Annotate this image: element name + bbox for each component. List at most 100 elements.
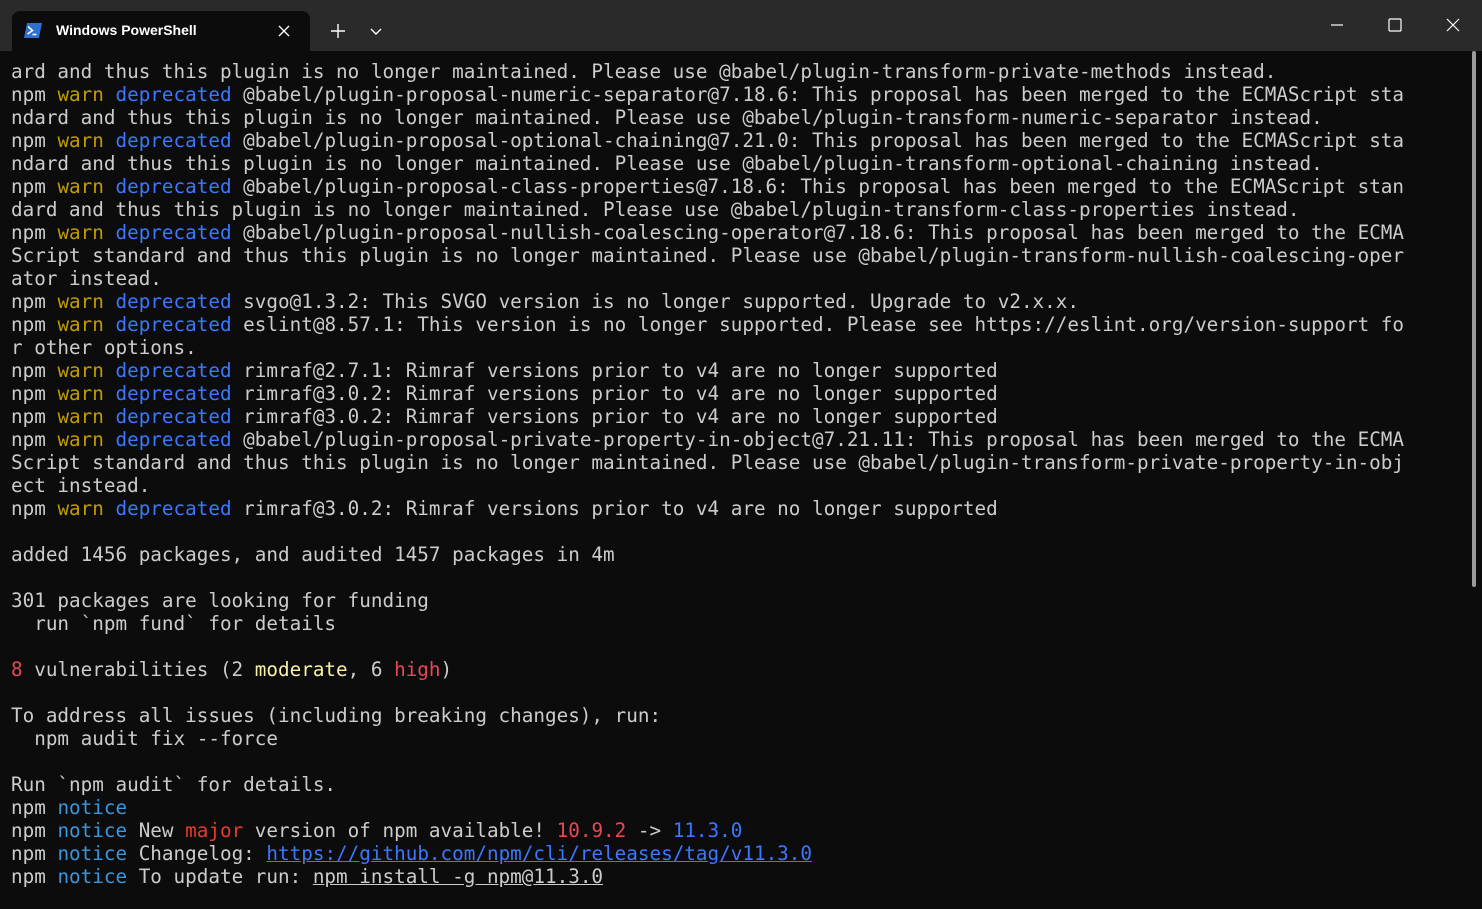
terminal-line: ator instead. [11, 267, 1463, 290]
terminal-text: warn [57, 175, 104, 198]
terminal-text: notice [57, 796, 128, 819]
changelog-link[interactable]: https://github.com/npm/cli/releases/tag/… [266, 842, 812, 865]
terminal-text: warn [57, 129, 104, 152]
terminal-text: Run `npm audit` for details. [11, 773, 337, 796]
vertical-scrollbar[interactable] [1472, 51, 1476, 587]
terminal-text: vulnerabilities (2 [22, 658, 255, 681]
terminal-text: 11.3.0 [672, 819, 743, 842]
terminal-text: 8 [11, 658, 23, 681]
terminal-text: deprecated [115, 382, 232, 405]
terminal-text: ard and thus this plugin is no longer ma… [11, 60, 1277, 83]
terminal-text: npm [11, 83, 58, 106]
terminal-text: dard and thus this plugin is no longer m… [11, 198, 1300, 221]
terminal-text: npm [11, 290, 58, 313]
terminal-text: warn [57, 382, 104, 405]
terminal-line: npm warn deprecated @babel/plugin-propos… [11, 83, 1463, 106]
terminal-line: npm warn deprecated rimraf@3.0.2: Rimraf… [11, 405, 1463, 428]
minimize-button[interactable] [1308, 0, 1366, 51]
terminal-text: moderate [254, 658, 348, 681]
terminal-line: Run `npm audit` for details. [11, 773, 1463, 796]
chevron-down-icon[interactable] [362, 17, 390, 45]
terminal-text: npm audit fix --force [11, 727, 278, 750]
close-window-button[interactable] [1424, 0, 1482, 51]
terminal-line: 8 vulnerabilities (2 moderate, 6 high) [11, 658, 1463, 681]
terminal-text: deprecated [115, 221, 232, 244]
terminal-text: npm [11, 865, 58, 888]
terminal-text: eslint@8.57.1: This version is no longer… [231, 313, 1405, 336]
terminal-text: notice [57, 865, 128, 888]
terminal-text: deprecated [115, 175, 232, 198]
new-tab-button[interactable] [322, 17, 354, 45]
terminal-text: deprecated [115, 129, 232, 152]
terminal-text: deprecated [115, 428, 232, 451]
terminal-text: Changelog: [127, 842, 267, 865]
terminal-line: added 1456 packages, and audited 1457 pa… [11, 543, 1463, 566]
terminal-line: ect instead. [11, 474, 1463, 497]
terminal-text: rimraf@2.7.1: Rimraf versions prior to v… [231, 359, 998, 382]
terminal-text: To update run: [127, 865, 313, 888]
close-tab-icon[interactable] [275, 22, 293, 40]
terminal-text: warn [57, 221, 104, 244]
terminal-output[interactable]: ard and thus this plugin is no longer ma… [11, 60, 1463, 888]
terminal-line: npm warn deprecated @babel/plugin-propos… [11, 221, 1463, 244]
terminal-line: npm audit fix --force [11, 727, 1463, 750]
terminal-text: npm [11, 842, 58, 865]
terminal-text: npm [11, 313, 58, 336]
terminal-text: ator instead. [11, 267, 162, 290]
terminal-text: @babel/plugin-proposal-class-properties@… [231, 175, 1405, 198]
terminal-line: Script standard and thus this plugin is … [11, 244, 1463, 267]
terminal-text: deprecated [115, 359, 232, 382]
terminal-text: npm [11, 359, 58, 382]
terminal-text: deprecated [115, 290, 232, 313]
terminal-text: , 6 [347, 658, 395, 681]
minimize-icon [1331, 24, 1343, 26]
terminal-line: npm warn deprecated @babel/plugin-propos… [11, 129, 1463, 152]
terminal-text: @babel/plugin-proposal-nullish-coalescin… [231, 221, 1405, 244]
tab-windows-powershell[interactable]: Windows PowerShell [12, 11, 310, 51]
terminal-text: npm [11, 129, 58, 152]
terminal-window: Windows PowerShell ard and thus this plu… [0, 0, 1482, 909]
terminal-text: ndard and thus this plugin is no longer … [11, 152, 1323, 175]
terminal-text: To address all issues (including breakin… [11, 704, 662, 727]
terminal-text: warn [57, 290, 104, 313]
terminal-line: run `npm fund` for details [11, 612, 1463, 635]
terminal-text: ndard and thus this plugin is no longer … [11, 106, 1323, 129]
terminal-text: ) [440, 658, 453, 681]
terminal-text: version of npm available! [243, 819, 557, 842]
terminal-text: deprecated [115, 313, 232, 336]
terminal-text: r other options. [11, 336, 197, 359]
terminal-text: npm [11, 175, 58, 198]
terminal-text: npm [11, 497, 58, 520]
terminal-line: npm notice Changelog: https://github.com… [11, 842, 1463, 865]
terminal-text: rimraf@3.0.2: Rimraf versions prior to v… [231, 497, 998, 520]
terminal-text: warn [57, 359, 104, 382]
terminal-text: Script standard and thus this plugin is … [11, 244, 1404, 267]
terminal-line: npm warn deprecated eslint@8.57.1: This … [11, 313, 1463, 336]
terminal-line: ndard and thus this plugin is no longer … [11, 106, 1463, 129]
terminal-text: added 1456 packages, and audited 1457 pa… [11, 543, 615, 566]
terminal-text: warn [57, 497, 104, 520]
maximize-button[interactable] [1366, 0, 1424, 51]
terminal-text: notice [57, 842, 128, 865]
terminal-text: npm [11, 428, 58, 451]
terminal-line: dard and thus this plugin is no longer m… [11, 198, 1463, 221]
terminal-text: npm [11, 382, 58, 405]
terminal-line: npm warn deprecated @babel/plugin-propos… [11, 175, 1463, 198]
terminal-line: npm warn deprecated @babel/plugin-propos… [11, 428, 1463, 451]
terminal-text: ect instead. [11, 474, 151, 497]
title-bar[interactable]: Windows PowerShell [0, 0, 1482, 51]
terminal-text: @babel/plugin-proposal-numeric-separator… [231, 83, 1405, 106]
terminal-text: @babel/plugin-proposal-private-property-… [231, 428, 1405, 451]
terminal-line: npm warn deprecated svgo@1.3.2: This SVG… [11, 290, 1463, 313]
terminal-text: rimraf@3.0.2: Rimraf versions prior to v… [231, 405, 998, 428]
close-icon [1446, 18, 1460, 32]
